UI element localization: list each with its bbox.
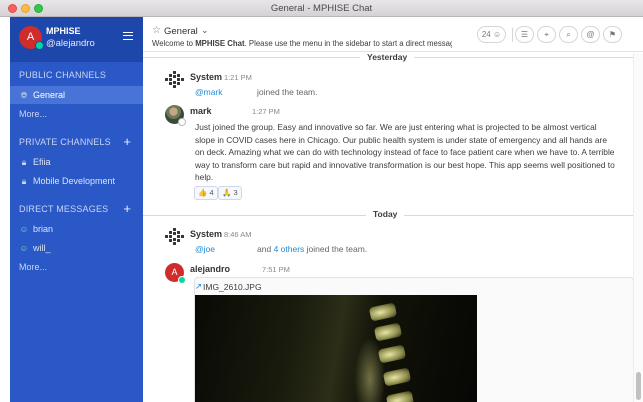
recent-mentions-button[interactable]: @ [581,26,600,43]
online-status-icon [178,276,186,284]
add-private-channel-button[interactable]: + [123,135,131,148]
attachment-pin-icon: ↗ [195,281,203,291]
post-text: and 4 others joined the team. [257,244,367,254]
sidebar-item-general[interactable]: 🌐︎ General [10,86,143,104]
post-text-and: and [257,244,272,254]
window-title: General - MPHISE Chat [270,3,373,14]
channel-files-button[interactable]: ☰ [515,26,534,43]
lock-icon: 🔒︎ [21,157,27,167]
sidebar-item-mobile-development[interactable]: 🔒︎ Mobile Development [10,172,143,190]
reaction-thumbs-up[interactable]: 👍 4 [194,186,218,200]
reaction-count: 3 [233,188,238,197]
header-divider [512,28,513,42]
flag-icon: ⚑ [608,30,617,39]
pray-icon: 🙏 [222,188,232,197]
search-icon: ⌕ [566,30,571,39]
system-logo-icon [165,228,185,246]
team-header[interactable]: A MPHISE @alejandro [10,17,143,62]
attachment-file-name[interactable]: IMG_2610.JPG [203,282,262,292]
sidebar-item-label: Mobile Development [33,176,116,186]
channel-name[interactable]: General [164,26,198,37]
user-icon: ☺︎ [19,224,29,234]
search-button[interactable]: ⌕ [559,26,578,43]
post-time[interactable]: 1:27 PM [252,107,280,116]
user-icon: ☺︎ [19,243,29,253]
sidebar: A MPHISE @alejandro PUBLIC CHANNELS 🌐︎ Ge… [10,17,143,402]
post-author[interactable]: System [190,72,222,82]
private-channels-title: PRIVATE CHANNELS [19,137,111,147]
favorite-star-icon[interactable]: ☆ [152,25,161,36]
lock-icon: 🔒︎ [21,176,27,186]
post-text: joined the team. [257,87,318,97]
channel-header: ☆ General ⌄ Welcome to MPHISE Chat. Plea… [143,17,643,52]
scrollbar-thumb[interactable] [636,372,641,400]
flagged-posts-button[interactable]: ⚑ [603,26,622,43]
sidebar-item-brian[interactable]: ☺︎ brian [10,220,143,238]
post-author[interactable]: System [190,229,222,239]
main-menu-icon[interactable] [123,32,133,40]
sidebar-item-efiia[interactable]: 🔒︎ Efiia [10,153,143,171]
sidebar-item-label: General [33,90,66,100]
current-username: @alejandro [46,38,95,49]
offline-status-icon [178,118,186,126]
image-preview[interactable] [195,295,477,402]
post-message: Just joined the group. Easy and innovati… [195,122,615,183]
add-direct-message-button[interactable]: + [123,202,131,215]
thumbs-up-icon: 👍 [198,188,208,197]
post-time[interactable]: 1:21 PM [224,73,252,82]
member-count: 24 [481,30,491,39]
members-icon: ☺︎ [492,30,502,39]
team-name: MPHISE [46,26,81,36]
post-text-joined: joined the team. [306,244,368,254]
public-channels-title: PUBLIC CHANNELS [19,70,107,80]
mentions-icon: @ [586,30,595,39]
more-direct-messages-link[interactable]: More... [19,262,47,272]
reaction-count: 4 [209,188,214,197]
sidebar-item-label: brian [33,224,54,234]
post-author[interactable]: mark [190,106,212,116]
window-titlebar: General - MPHISE Chat [0,0,643,17]
reaction-pray[interactable]: 🙏 3 [218,186,242,200]
date-separator-yesterday: Yesterday [360,53,415,62]
members-button[interactable]: 24 ☺︎ [477,26,506,43]
user-avatar[interactable]: A [19,26,44,50]
avatar-letter: A [171,267,178,277]
purpose-text: Welcome to MPHISE Chat. Please use the m… [152,39,452,48]
sidebar-item-will[interactable]: ☺︎ will_ [10,239,143,257]
others-link[interactable]: 4 others [274,244,305,254]
post-time[interactable]: 7:51 PM [262,265,290,274]
message-scrollbar[interactable] [633,53,643,402]
message-list[interactable]: Yesterday System 1:21 PM @mark joined th… [143,53,633,402]
pin-icon: ⌖ [544,30,549,39]
channel-files-icon: ☰ [520,30,529,39]
direct-messages-title: DIRECT MESSAGES [19,204,109,214]
user-mention[interactable]: @mark [195,87,223,97]
more-public-channels-link[interactable]: More... [19,109,47,119]
date-separator-today: Today [366,209,405,219]
system-logo-icon [165,71,185,89]
user-mention[interactable]: @joe [195,244,215,254]
post-time[interactable]: 8:46 AM [224,230,252,239]
post-author[interactable]: alejandro [190,264,230,274]
online-status-icon [35,41,44,50]
pinned-posts-button[interactable]: ⌖ [537,26,556,43]
channel-purpose: Welcome to MPHISE Chat. Please use the m… [152,39,452,48]
chevron-down-icon[interactable]: ⌄ [201,25,209,36]
globe-icon: 🌐︎ [20,90,28,100]
sidebar-item-label: Efiia [33,157,51,167]
alejandro-avatar[interactable]: A [165,263,186,284]
mark-avatar[interactable] [165,105,186,126]
avatar-letter: A [26,31,35,43]
sidebar-item-label: will_ [33,243,51,253]
